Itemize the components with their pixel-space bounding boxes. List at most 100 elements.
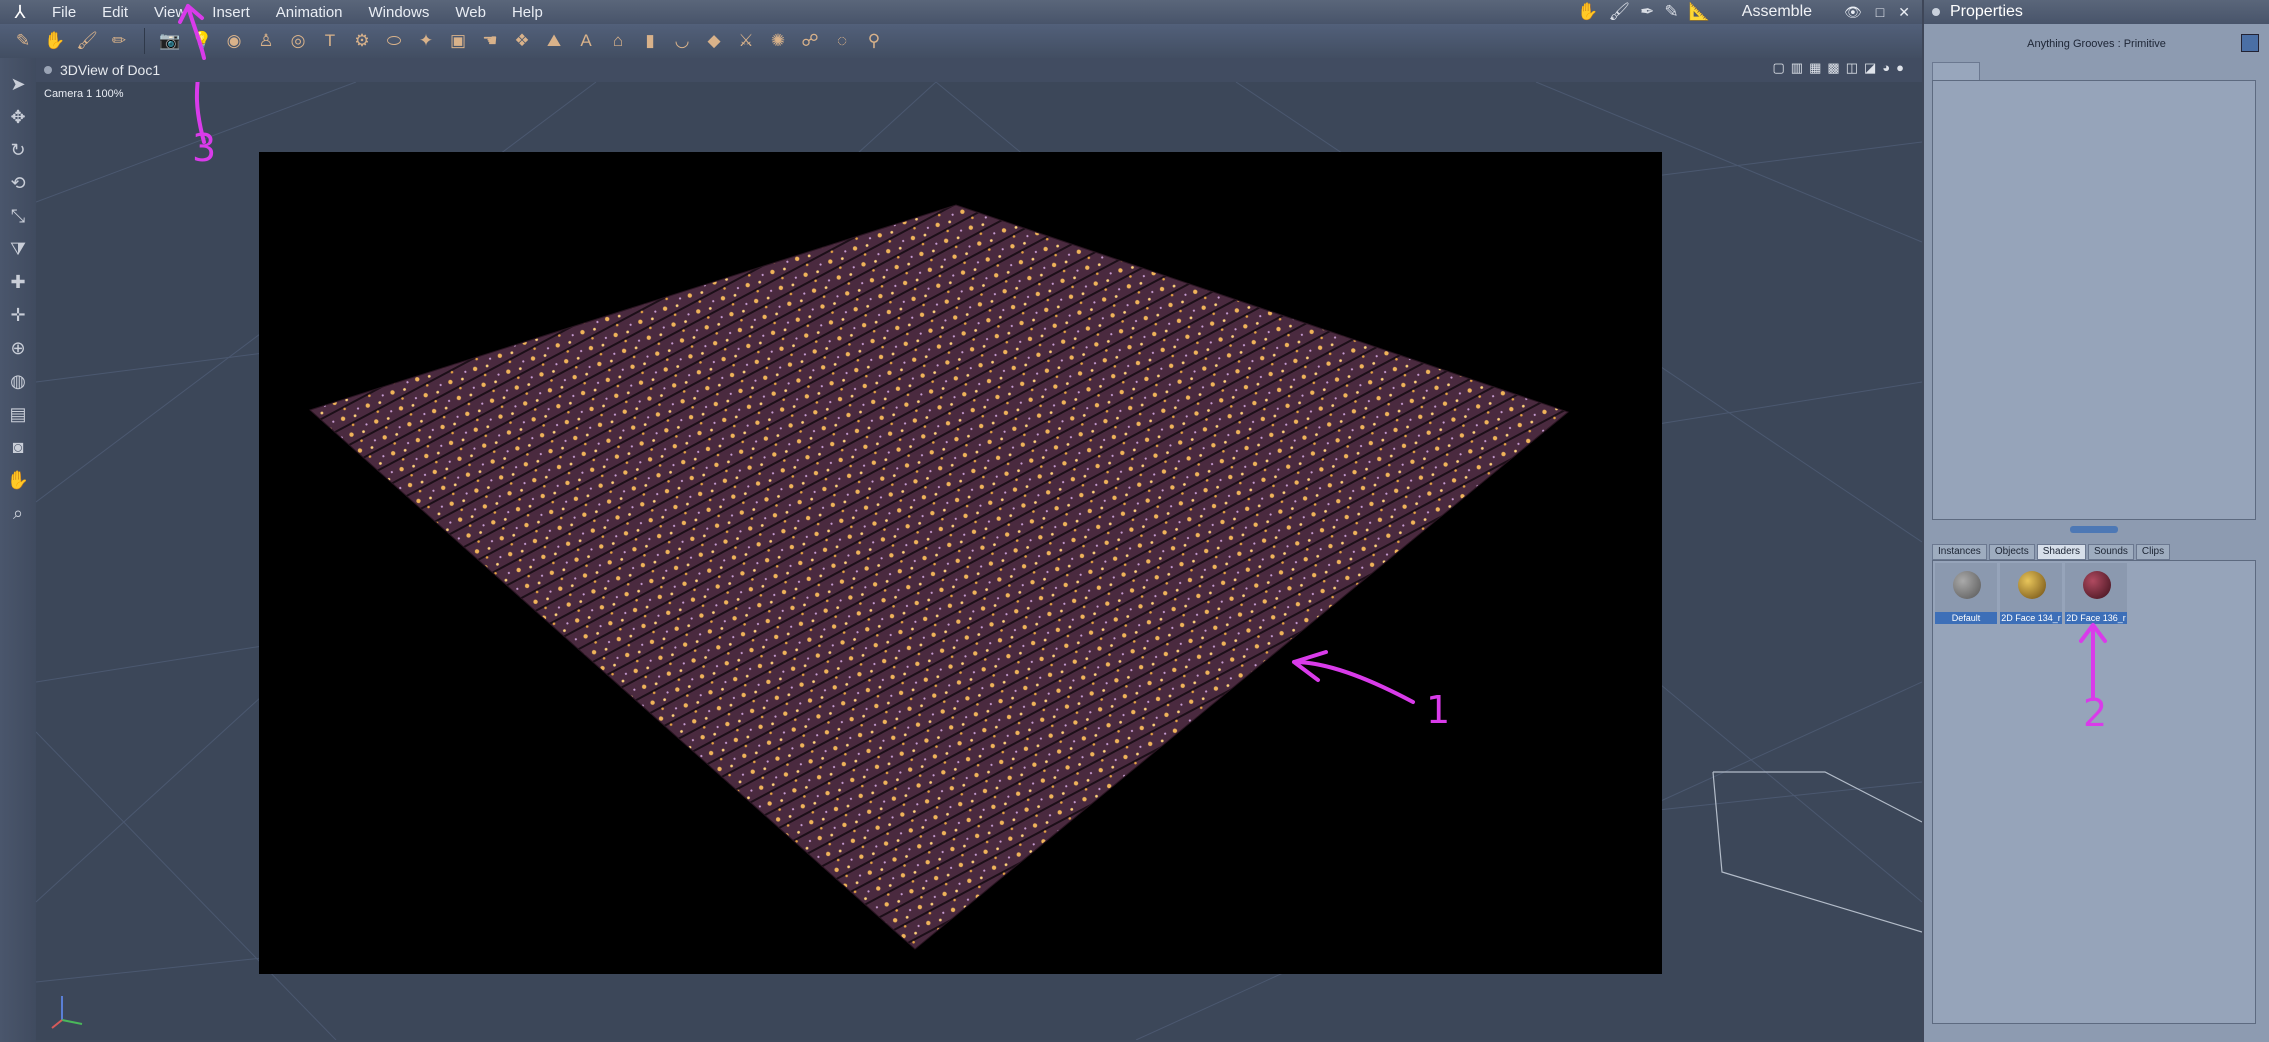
display-shaded-icon[interactable]: ◪	[1864, 60, 1876, 76]
pencil-tool-icon[interactable]: ✏	[106, 28, 132, 54]
room-label[interactable]: Assemble	[1742, 3, 1812, 21]
brush-tool-icon[interactable]: 🖌	[74, 28, 100, 54]
rotate-icon[interactable]: ↻	[5, 138, 31, 162]
layout-grid-icon[interactable]: ▩	[1827, 60, 1839, 76]
gear-icon[interactable]: ⚙	[349, 28, 375, 54]
tab-instances[interactable]: Instances	[1932, 544, 1987, 560]
display-render-icon[interactable]: ●	[1896, 60, 1904, 76]
shader-label: 2D Face 134_r	[2000, 612, 2062, 624]
annotation-3: 3	[192, 126, 217, 170]
layout-split-icon[interactable]: ▥	[1791, 60, 1803, 76]
properties-title: Properties	[1950, 3, 2023, 20]
panel-splitter[interactable]	[2070, 526, 2118, 533]
sphere-icon[interactable]: ◉	[221, 28, 247, 54]
app-logo-icon[interactable]: ⅄	[0, 2, 40, 23]
spider-icon[interactable]: ✺	[765, 28, 791, 54]
properties-options-button[interactable]	[2241, 34, 2259, 52]
layout-single-icon[interactable]: ▢	[1773, 60, 1785, 76]
tab-objects[interactable]: Objects	[1988, 544, 2035, 560]
ruler-icon[interactable]: 📐	[1689, 2, 1710, 22]
layout-quad-icon[interactable]: ▦	[1809, 60, 1821, 76]
text-icon[interactable]: T	[317, 28, 343, 54]
zoom-icon[interactable]: ⌕	[5, 501, 31, 525]
textured-plane[interactable]	[259, 152, 1662, 974]
network-icon[interactable]: ☍	[797, 28, 823, 54]
sword-icon[interactable]: ⚔	[733, 28, 759, 54]
viewport-menu-dot[interactable]	[44, 66, 52, 74]
text3d-icon[interactable]: A	[573, 28, 599, 54]
translate-icon[interactable]: ✚	[5, 270, 31, 294]
maximize-icon[interactable]: □	[1876, 4, 1884, 20]
annotation-1: 1	[1426, 688, 1451, 732]
bone-icon[interactable]: ⚲	[861, 28, 887, 54]
pan-icon[interactable]: ✛	[5, 303, 31, 327]
terrain-icon[interactable]: ⛰	[541, 28, 567, 54]
display-wire-icon[interactable]: ◫	[1846, 60, 1858, 76]
move-icon[interactable]: ✥	[5, 105, 31, 129]
hand-tool-icon[interactable]: ✋	[42, 28, 68, 54]
light-icon[interactable]: 💡	[189, 28, 215, 54]
shader-tile-default[interactable]: Default	[1935, 563, 1997, 624]
cylinder-icon[interactable]: ⬭	[381, 28, 407, 54]
bowl-icon[interactable]: ◡	[669, 28, 695, 54]
orbit-icon[interactable]: ⊕	[5, 336, 31, 360]
pillar-icon[interactable]: ▮	[637, 28, 663, 54]
menu-insert[interactable]: Insert	[200, 4, 264, 21]
shader-ball-icon	[1953, 571, 1981, 599]
menu-edit[interactable]: Edit	[90, 4, 142, 21]
pen-icon[interactable]: ✎	[1664, 2, 1678, 22]
cube-icon[interactable]: ▣	[445, 28, 471, 54]
hand-icon[interactable]: ✋	[1577, 2, 1598, 22]
shader-ball-icon	[2018, 571, 2046, 599]
main-toolbar: ✎ ✋ 🖌 ✏ 📷 💡 ◉ ♙ ◎ T ⚙ ⬭ ✦ ▣ ☚ ❖ ⛰ A ⌂ ▮ …	[0, 24, 1922, 58]
vertex-icon[interactable]: ✦	[413, 28, 439, 54]
menu-view[interactable]: View	[142, 4, 200, 21]
arrow-icon[interactable]: ➤	[5, 72, 31, 96]
sphere-nav-icon[interactable]: ◍	[5, 369, 31, 393]
menu-animation[interactable]: Animation	[264, 4, 357, 21]
house-icon[interactable]: ⌂	[605, 28, 631, 54]
panel-menu-dot[interactable]	[1932, 8, 1940, 16]
gem-icon[interactable]: ◆	[701, 28, 727, 54]
properties-tab[interactable]	[1932, 62, 1980, 81]
close-icon[interactable]: ✕	[1898, 4, 1910, 21]
ring-icon[interactable]: ◌	[829, 28, 855, 54]
tab-shaders[interactable]: Shaders	[2036, 544, 2086, 560]
tab-sounds[interactable]: Sounds	[2087, 544, 2134, 560]
camera-icon[interactable]: ◙	[5, 435, 31, 459]
menu-file[interactable]: File	[40, 4, 90, 21]
quill-icon[interactable]: ✒	[1640, 2, 1654, 22]
object-name: Anything Grooves : Primitive	[2027, 38, 2166, 50]
hand-icon[interactable]: ✋	[5, 468, 31, 492]
room-switcher: ✋ 🖌 ✒ ✎ 📐 Assemble 👁 □ ✕	[1577, 0, 1910, 24]
camera-label: Camera 1 100%	[44, 88, 124, 100]
shader-tile-face134[interactable]: 2D Face 134_r	[2000, 563, 2062, 624]
3d-viewport[interactable]: Camera 1 100% 1 3	[36, 82, 1922, 1040]
menu-help[interactable]: Help	[500, 4, 557, 21]
hand-icon[interactable]: ☚	[477, 28, 503, 54]
tab-clips[interactable]: Clips	[2135, 544, 2171, 560]
scale-icon[interactable]: ⤡	[5, 204, 31, 228]
layers-icon[interactable]: ▤	[5, 402, 31, 426]
room-icons: ✋ 🖌 ✒ ✎ 📐	[1577, 2, 1709, 22]
taper-icon[interactable]: ⧩	[5, 237, 31, 261]
render-preview	[259, 152, 1662, 974]
figure-icon[interactable]: ♙	[253, 28, 279, 54]
left-toolbox: ➤ ✥ ↻ ⟲ ⤡ ⧩ ✚ ✛ ⊕ ◍ ▤ ◙ ✋ ⌕	[0, 58, 36, 1042]
shape-icon[interactable]: ❖	[509, 28, 535, 54]
select-icon[interactable]: ✎	[10, 28, 36, 54]
camera-icon[interactable]: 📷	[157, 28, 183, 54]
shader-list: Default 2D Face 134_r 2D Face 136_r	[1935, 563, 2127, 624]
library-tabs: Instances Objects Shaders Sounds Clips	[1932, 544, 2171, 560]
toolbar-divider	[144, 28, 145, 54]
display-smooth-icon[interactable]: ◕	[1882, 60, 1890, 76]
viewport-header: 3DView of Doc1 ▢ ▥ ▦ ▩ ◫ ◪ ◕ ●	[36, 58, 1922, 83]
torus-icon[interactable]: ◎	[285, 28, 311, 54]
eye-icon[interactable]: 👁	[1844, 4, 1862, 21]
twist-icon[interactable]: ⟲	[5, 171, 31, 195]
brush-icon[interactable]: 🖌	[1609, 2, 1631, 22]
menu-web[interactable]: Web	[443, 4, 500, 21]
shader-label: Default	[1935, 612, 1997, 624]
menu-windows[interactable]: Windows	[357, 4, 444, 21]
shader-tile-face136[interactable]: 2D Face 136_r	[2065, 563, 2127, 624]
